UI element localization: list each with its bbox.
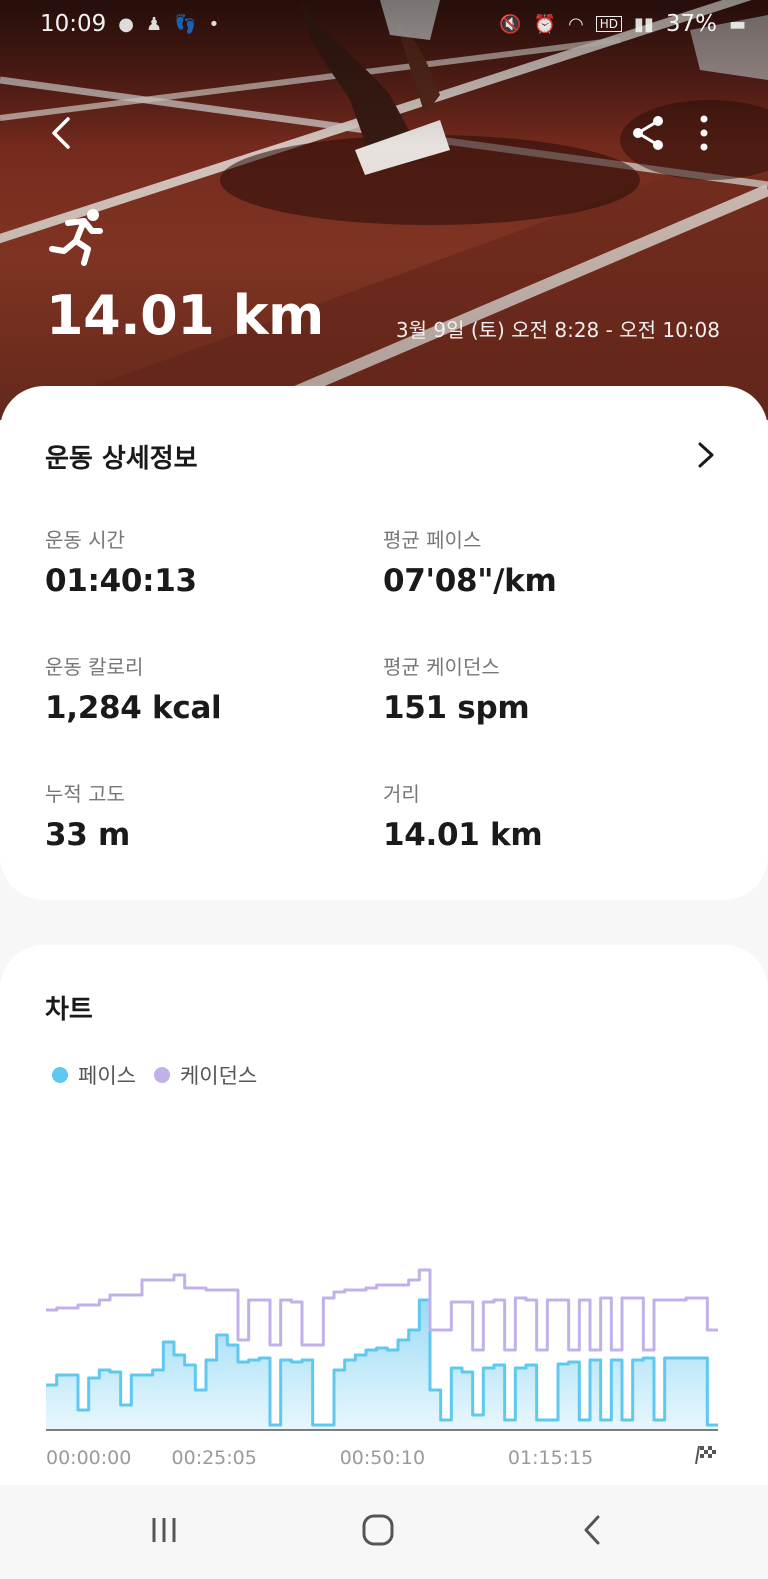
metric-label: 운동 시간: [45, 528, 125, 552]
x-tick-label: 00:25:05: [172, 1447, 257, 1469]
finish-flag-icon: [695, 1445, 716, 1465]
battery-percent: 37%: [665, 11, 717, 37]
metric-value: 01:40:13: [45, 563, 197, 599]
metric-value: 151 spm: [383, 690, 530, 726]
cadence-line: [46, 1268, 718, 1352]
details-title: 운동 상세정보: [45, 444, 198, 474]
pace-cadence-chart[interactable]: 00:00:00 00:25:05 00:50:10 01:15:15: [0, 945, 768, 1485]
metric-avg-pace: 평균 페이스 07'08"/km: [383, 524, 703, 599]
home-icon[interactable]: [348, 1505, 408, 1555]
alarm-icon: ⏰: [533, 13, 557, 35]
metric-label: 평균 케이던스: [383, 655, 500, 679]
running-track-photo: [0, 0, 768, 420]
metric-elevation-gain: 누적 고도 33 m: [45, 778, 365, 853]
system-nav-bar: [0, 1485, 768, 1579]
notification-icon: ♟: [146, 13, 163, 35]
metric-label: 평균 페이스: [383, 528, 482, 552]
metric-distance: 거리 14.01 km: [383, 778, 703, 853]
hero-toolbar: [0, 105, 768, 165]
hd-voice-badge: HD: [595, 16, 623, 32]
metric-avg-cadence: 평균 케이던스 151 spm: [383, 651, 703, 726]
back-icon[interactable]: [40, 111, 84, 155]
metric-label: 누적 고도: [45, 782, 125, 806]
globe-icon: ●: [118, 13, 135, 35]
mute-icon: 🔇: [499, 13, 522, 35]
more-icon[interactable]: [686, 113, 722, 153]
pace-area: [46, 1300, 718, 1430]
metric-duration: 운동 시간 01:40:13: [45, 524, 365, 599]
status-time: 10:09: [40, 11, 107, 37]
back-nav-icon[interactable]: [562, 1505, 622, 1555]
hero-banner: 10:09 ● ♟ 👣 • 🔇 ⏰ ◠ HD ▮▮ 37% ▬ 14.01 km…: [0, 0, 768, 420]
metric-value: 33 m: [45, 817, 131, 853]
x-tick-label: 01:15:15: [508, 1447, 593, 1469]
metric-value: 1,284 kcal: [45, 690, 222, 726]
running-icon: [49, 209, 103, 266]
status-bar: 10:09 ● ♟ 👣 • 🔇 ⏰ ◠ HD ▮▮ 37% ▬: [0, 0, 768, 48]
metric-value: 14.01 km: [383, 817, 543, 853]
signal-icon: ▮▮: [634, 13, 654, 35]
metric-label: 거리: [383, 782, 420, 806]
distance-headline: 14.01 km: [46, 284, 324, 347]
battery-icon: ▬: [728, 13, 746, 35]
session-time-range: 3월 9일 (토) 오전 8:28 - 오전 10:08: [395, 318, 720, 342]
x-tick-label: 00:00:00: [46, 1447, 131, 1469]
dot-icon: •: [208, 13, 220, 35]
recents-icon[interactable]: [134, 1505, 194, 1555]
steps-icon: 👣: [174, 13, 197, 35]
wifi-icon: ◠: [568, 13, 584, 35]
x-tick-label: 00:50:10: [340, 1447, 425, 1469]
metric-calories: 운동 칼로리 1,284 kcal: [45, 651, 365, 726]
workout-details-card: 운동 상세정보 운동 시간 01:40:13 평균 페이스 07'08"/km …: [0, 386, 768, 900]
metric-value: 07'08"/km: [383, 563, 557, 599]
metric-label: 운동 칼로리: [45, 655, 144, 679]
chevron-right-icon[interactable]: [690, 438, 720, 472]
chart-card: 차트 페이스 케이던스 00:00:00 00:25:05 00:50:10 01:1…: [0, 945, 768, 1485]
share-icon[interactable]: [628, 113, 668, 153]
